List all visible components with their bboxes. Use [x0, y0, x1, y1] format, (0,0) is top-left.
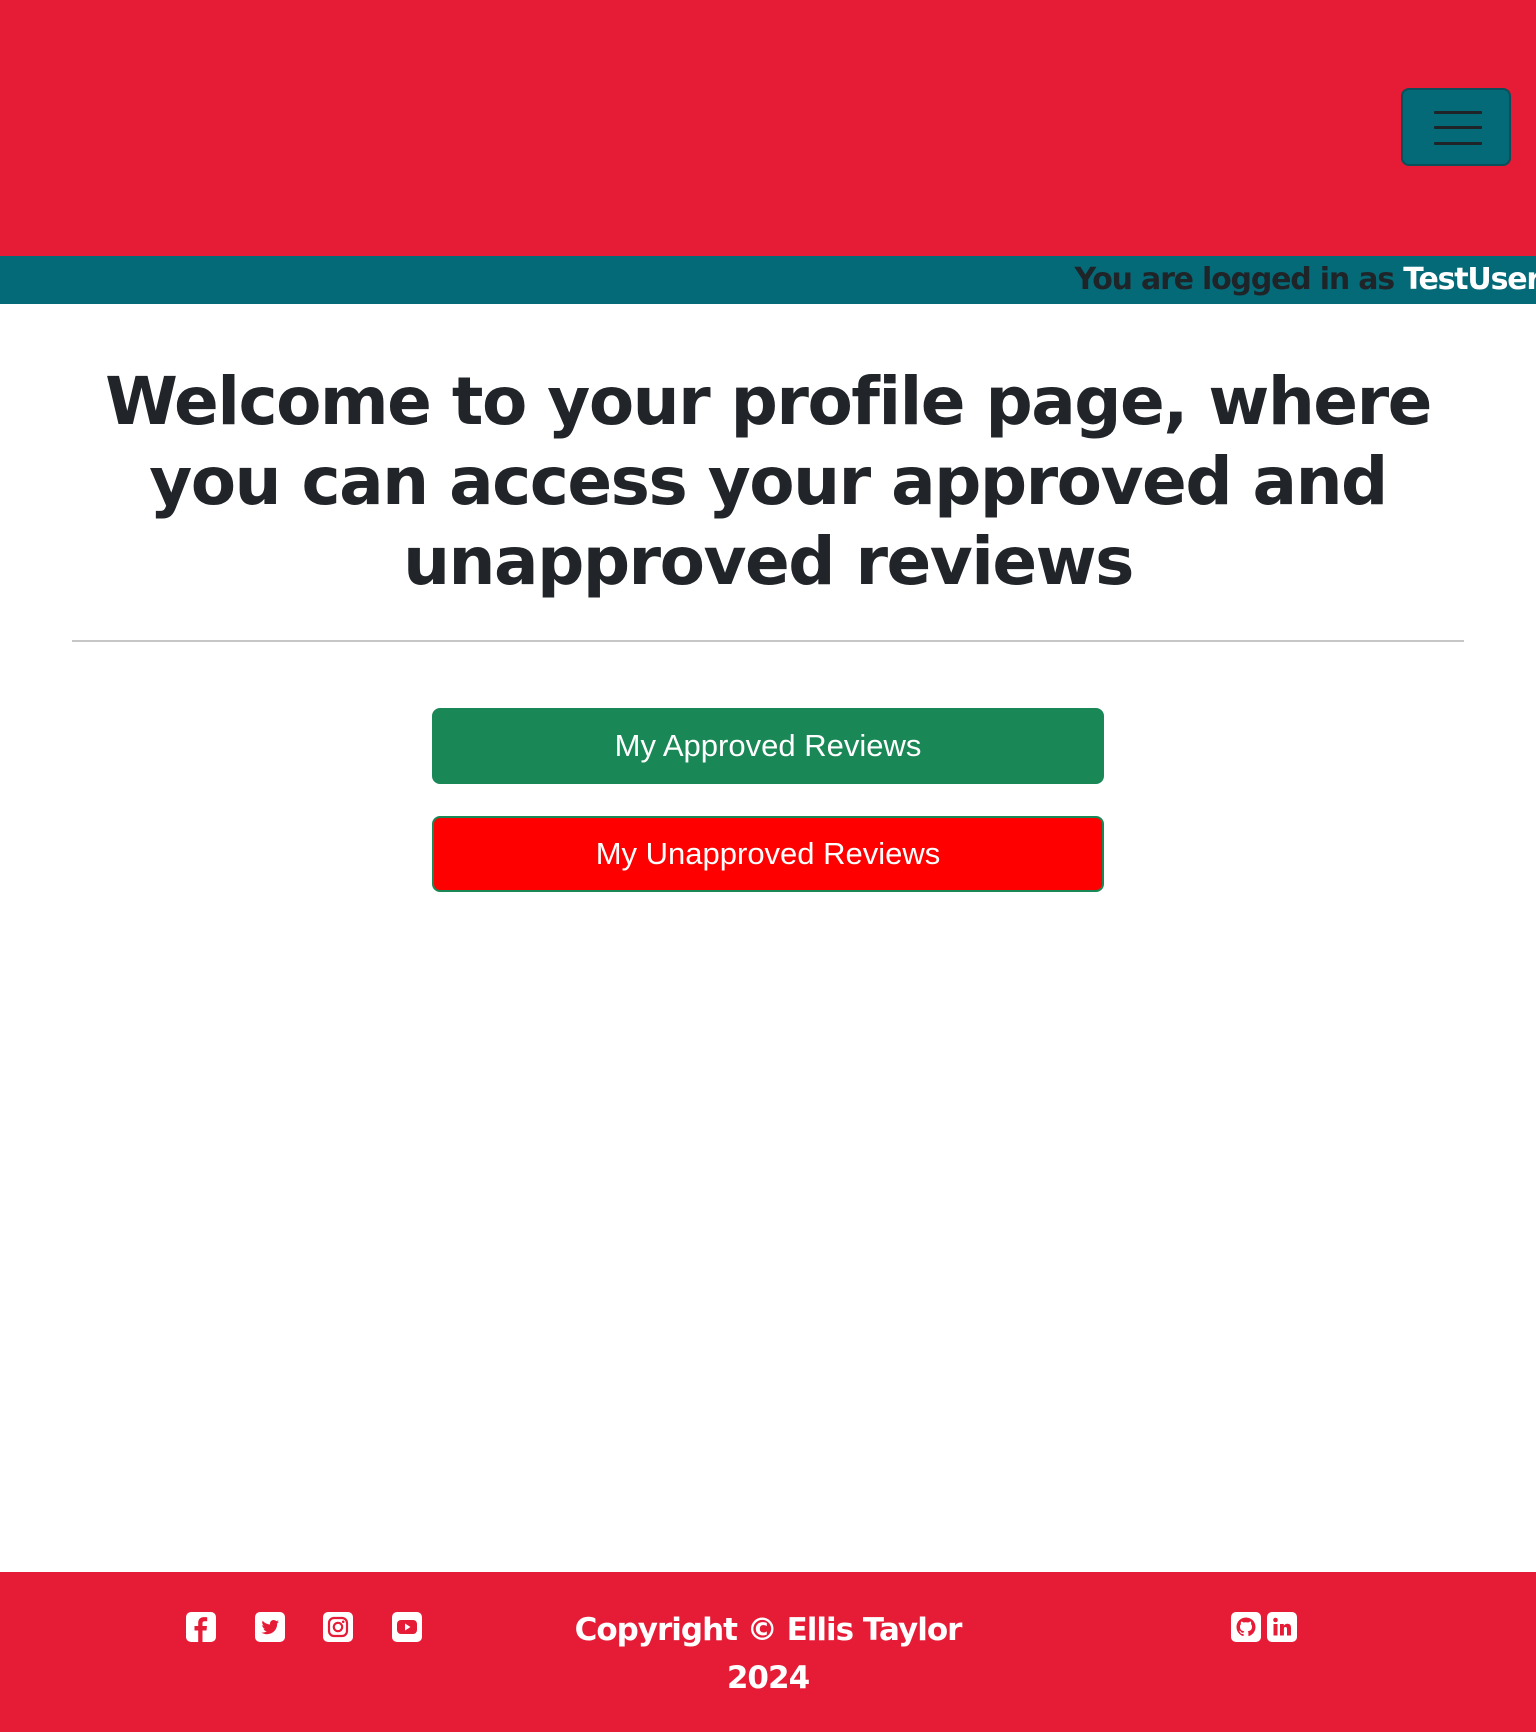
- navbar: [0, 0, 1536, 256]
- divider: [72, 640, 1464, 642]
- approved-reviews-button[interactable]: My Approved Reviews: [432, 708, 1104, 784]
- github-icon[interactable]: [1231, 1612, 1261, 1642]
- footer: Copyright © Ellis Taylor 2024: [0, 1572, 1536, 1732]
- instagram-icon[interactable]: [323, 1612, 353, 1642]
- login-status-prefix: You are logged in as: [1074, 262, 1395, 297]
- linkedin-icon[interactable]: [1267, 1612, 1297, 1642]
- login-status-text: You are logged in as TestUser: [1074, 256, 1536, 304]
- youtube-icon[interactable]: [392, 1612, 422, 1642]
- unapproved-reviews-button[interactable]: My Unapproved Reviews: [432, 816, 1104, 892]
- login-username: TestUser: [1403, 262, 1536, 297]
- login-status-bar: You are logged in as TestUser: [0, 256, 1536, 304]
- twitter-icon[interactable]: [255, 1612, 285, 1642]
- facebook-icon[interactable]: [186, 1612, 216, 1642]
- copyright-text: Copyright © Ellis Taylor 2024: [574, 1612, 963, 1696]
- page-title: Welcome to your profile page, where you …: [105, 363, 1432, 600]
- navbar-toggler-button[interactable]: [1401, 88, 1511, 166]
